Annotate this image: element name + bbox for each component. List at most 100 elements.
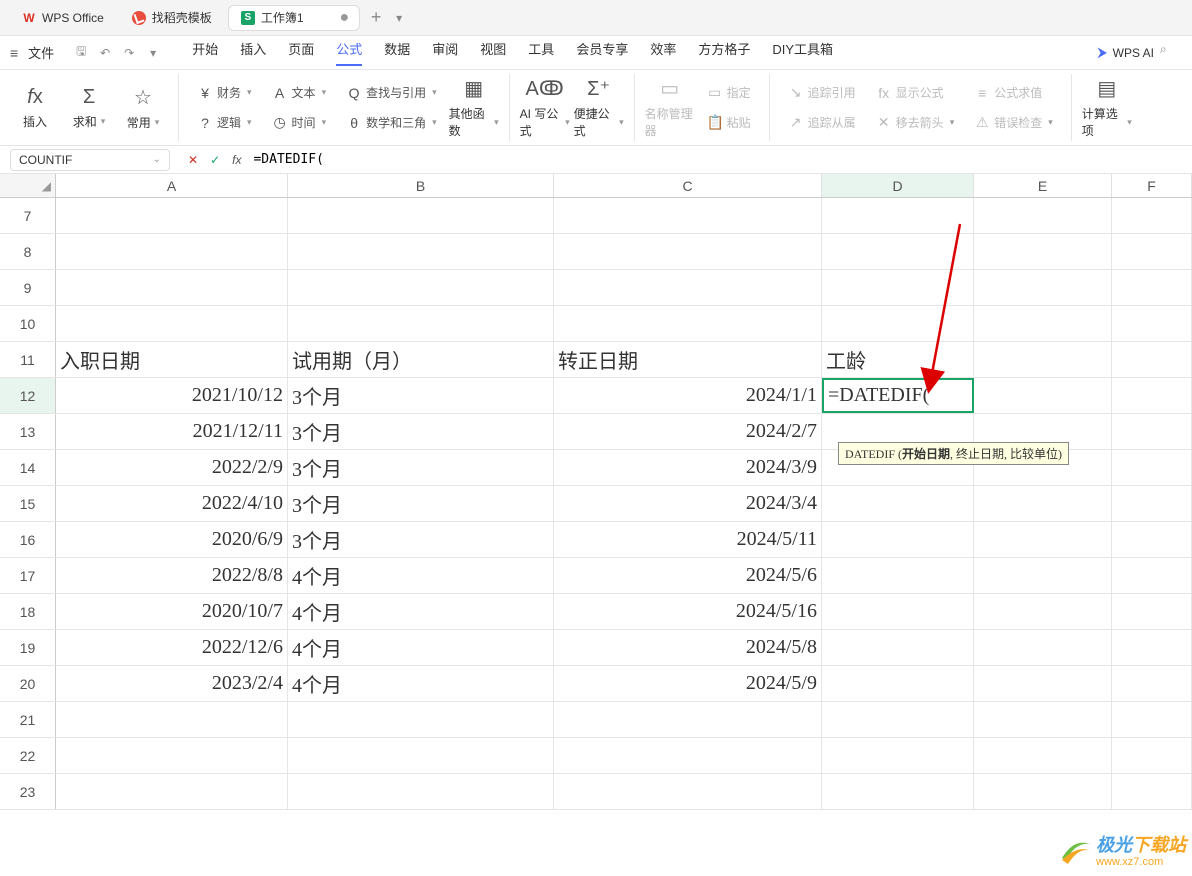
row-header[interactable]: 17 — [0, 558, 56, 593]
menu-tab-formula[interactable]: 公式 — [336, 39, 362, 66]
menu-tab-diy[interactable]: DIY工具箱 — [772, 39, 833, 66]
menu-tab-member[interactable]: 会员专享 — [576, 39, 628, 66]
cell-B14[interactable]: 3个月 — [288, 450, 554, 485]
cell-E18[interactable] — [974, 594, 1112, 629]
cell-C16[interactable]: 2024/5/11 — [554, 522, 822, 557]
cell-C21[interactable] — [554, 702, 822, 737]
cell-D7[interactable] — [822, 198, 974, 233]
cell-E8[interactable] — [974, 234, 1112, 269]
cell-B17[interactable]: 4个月 — [288, 558, 554, 593]
new-tab-button[interactable]: + — [364, 7, 388, 28]
cell-F8[interactable] — [1112, 234, 1192, 269]
cell-F16[interactable] — [1112, 522, 1192, 557]
btn-calc-options[interactable]: ▤ 计算选项▾ — [1082, 77, 1132, 139]
cell-B22[interactable] — [288, 738, 554, 773]
cell-F22[interactable] — [1112, 738, 1192, 773]
save-icon[interactable]: 🖫 — [70, 42, 92, 64]
cell-E21[interactable] — [974, 702, 1112, 737]
menu-tab-page[interactable]: 页面 — [288, 39, 314, 66]
cell-C12[interactable]: 2024/1/1 — [554, 378, 822, 413]
menu-tab-insert[interactable]: 插入 — [240, 39, 266, 66]
cell-F15[interactable] — [1112, 486, 1192, 521]
cell-C9[interactable] — [554, 270, 822, 305]
cell-A19[interactable]: 2022/12/6 — [56, 630, 288, 665]
row-header[interactable]: 14 — [0, 450, 56, 485]
tab-workbook-active[interactable]: S 工作簿1 ● — [228, 5, 360, 31]
row-header[interactable]: 16 — [0, 522, 56, 557]
cell-F17[interactable] — [1112, 558, 1192, 593]
cell-E10[interactable] — [974, 306, 1112, 341]
cell-E22[interactable] — [974, 738, 1112, 773]
cell-F12[interactable] — [1112, 378, 1192, 413]
menu-tab-start[interactable]: 开始 — [192, 39, 218, 66]
cell-F23[interactable] — [1112, 774, 1192, 809]
btn-trace-ref[interactable]: ↘追踪引用 — [780, 79, 864, 107]
row-header[interactable]: 9 — [0, 270, 56, 305]
row-header[interactable]: 12 — [0, 378, 56, 413]
cancel-icon[interactable]: ✕ — [188, 153, 198, 167]
row-header[interactable]: 10 — [0, 306, 56, 341]
cell-E15[interactable] — [974, 486, 1112, 521]
btn-name-manager[interactable]: ▭ 名称管理器 — [645, 77, 695, 139]
cell-D18[interactable] — [822, 594, 974, 629]
cell-A20[interactable]: 2023/2/4 — [56, 666, 288, 701]
tab-menu-icon[interactable]: ▾ — [396, 11, 402, 25]
cell-D23[interactable] — [822, 774, 974, 809]
fx-icon[interactable]: fx — [232, 153, 241, 167]
cell-D8[interactable] — [822, 234, 974, 269]
cell-B13[interactable]: 3个月 — [288, 414, 554, 449]
cell-E20[interactable] — [974, 666, 1112, 701]
cell-E17[interactable] — [974, 558, 1112, 593]
cell-C19[interactable]: 2024/5/8 — [554, 630, 822, 665]
cell-A16[interactable]: 2020/6/9 — [56, 522, 288, 557]
cell-B8[interactable] — [288, 234, 554, 269]
select-all-corner[interactable]: ◢ — [0, 174, 56, 197]
cell-F19[interactable] — [1112, 630, 1192, 665]
cell-E16[interactable] — [974, 522, 1112, 557]
row-header[interactable]: 19 — [0, 630, 56, 665]
row-header[interactable]: 22 — [0, 738, 56, 773]
btn-time[interactable]: ◷时间▾ — [264, 109, 335, 137]
cell-D11[interactable]: 工龄 — [822, 342, 974, 377]
cell-F20[interactable] — [1112, 666, 1192, 701]
tab-template[interactable]: 找稻壳模板 — [120, 5, 224, 31]
cell-D16[interactable] — [822, 522, 974, 557]
cell-A13[interactable]: 2021/12/11 — [56, 414, 288, 449]
name-box[interactable]: COUNTIF ⌄ — [10, 149, 170, 171]
cell-B19[interactable]: 4个月 — [288, 630, 554, 665]
col-header-B[interactable]: B — [288, 174, 554, 197]
btn-logic[interactable]: ?逻辑▾ — [189, 109, 260, 137]
row-header[interactable]: 8 — [0, 234, 56, 269]
col-header-C[interactable]: C — [554, 174, 822, 197]
cell-C23[interactable] — [554, 774, 822, 809]
row-header[interactable]: 15 — [0, 486, 56, 521]
cell-C7[interactable] — [554, 198, 822, 233]
btn-text[interactable]: A文本▾ — [264, 79, 335, 107]
cell-B23[interactable] — [288, 774, 554, 809]
cell-C13[interactable]: 2024/2/7 — [554, 414, 822, 449]
cell-A8[interactable] — [56, 234, 288, 269]
cell-D22[interactable] — [822, 738, 974, 773]
btn-math[interactable]: θ数学和三角▾ — [338, 109, 445, 137]
cell-A15[interactable]: 2022/4/10 — [56, 486, 288, 521]
cell-D17[interactable] — [822, 558, 974, 593]
cell-B21[interactable] — [288, 702, 554, 737]
tab-wps-office[interactable]: W WPS Office — [10, 5, 116, 31]
btn-paste[interactable]: 📋粘贴 — [699, 109, 759, 137]
search-icon[interactable]: ⌕ — [1160, 42, 1182, 64]
btn-quick-formula[interactable]: Σ⁺ 便捷公式▾ — [574, 77, 624, 139]
cell-C11[interactable]: 转正日期 — [554, 342, 822, 377]
cell-C15[interactable]: 2024/3/4 — [554, 486, 822, 521]
btn-ai-formula[interactable]: Aↂ AI 写公式▾ — [520, 77, 570, 139]
btn-specify[interactable]: ▭指定 — [699, 79, 759, 107]
sum-button[interactable]: Σ 求和▾ — [64, 77, 114, 139]
menu-tab-efficiency[interactable]: 效率 — [650, 39, 676, 66]
cell-A12[interactable]: 2021/10/12 — [56, 378, 288, 413]
cell-D20[interactable] — [822, 666, 974, 701]
row-header[interactable]: 23 — [0, 774, 56, 809]
cell-D10[interactable] — [822, 306, 974, 341]
btn-remove-arrow[interactable]: ✕移去箭头▾ — [868, 109, 963, 137]
cell-A21[interactable] — [56, 702, 288, 737]
col-header-A[interactable]: A — [56, 174, 288, 197]
redo-icon[interactable]: ↷ — [118, 42, 140, 64]
